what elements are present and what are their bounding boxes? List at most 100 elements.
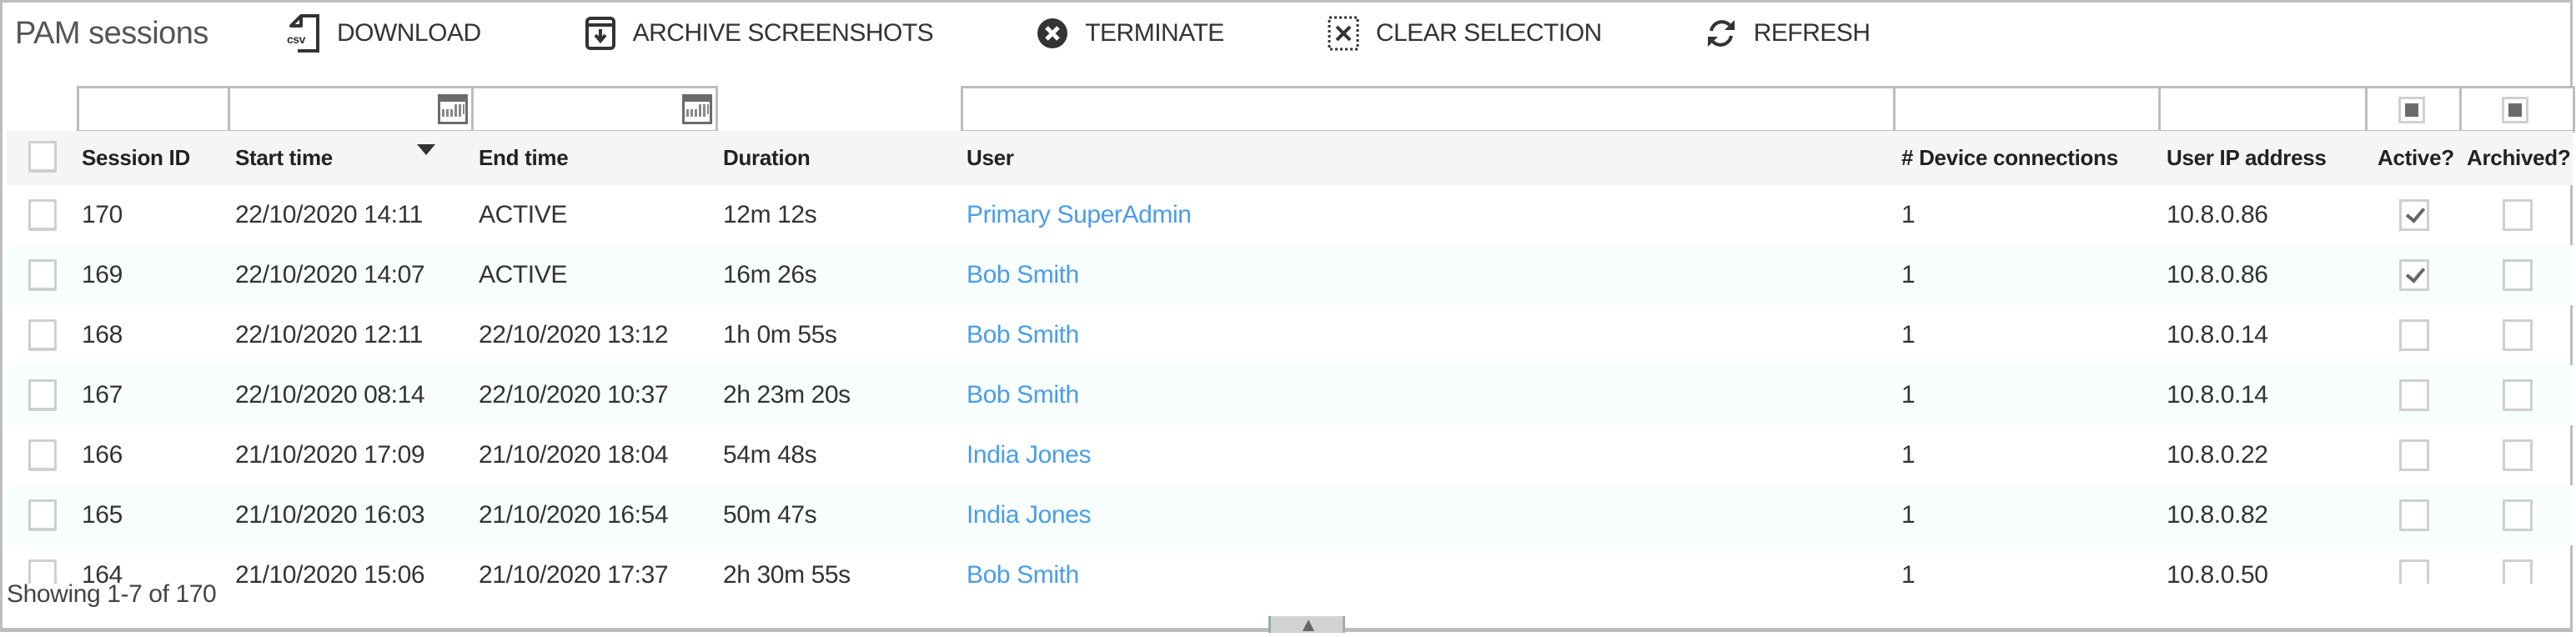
end-time-filter-input[interactable] <box>474 88 716 130</box>
table-row[interactable]: 168 22/10/2020 12:11 22/10/2020 13:12 1h 0m… <box>7 305 2573 365</box>
cell-end-time: 21/10/2020 17:37 <box>479 561 669 584</box>
clear-selection-button[interactable]: CLEAR SELECTION <box>1323 13 1602 54</box>
end-time-filter[interactable] <box>471 86 718 133</box>
cell-user-ip: 10.8.0.14 <box>2167 381 2268 409</box>
table-row[interactable]: 165 21/10/2020 16:03 21/10/2020 16:54 50m 4… <box>7 485 2573 545</box>
cell-session-id: 165 <box>82 501 123 529</box>
user-ip-filter[interactable] <box>2158 86 2368 133</box>
archived-checkbox <box>2503 499 2533 531</box>
active-checkbox <box>2399 199 2429 231</box>
cell-user-ip: 10.8.0.14 <box>2167 321 2268 349</box>
terminate-button[interactable]: TERMINATE <box>1032 13 1224 54</box>
column-header-archived[interactable]: Archived? <box>2467 131 2571 185</box>
cell-end-time: 22/10/2020 10:37 <box>479 381 669 409</box>
column-header-user[interactable]: User <box>967 131 1014 185</box>
cell-user-ip: 10.8.0.86 <box>2167 201 2268 228</box>
table-header: Session ID Start time End time Duration … <box>7 131 2573 185</box>
column-header-duration[interactable]: Duration <box>723 131 811 185</box>
filter-row <box>0 86 2576 133</box>
column-header-start-time[interactable]: Start time <box>235 131 333 185</box>
user-filter[interactable] <box>961 86 1896 133</box>
start-time-filter-input[interactable] <box>230 88 471 130</box>
table-row[interactable]: 167 22/10/2020 08:14 22/10/2020 10:37 2h 23… <box>7 365 2573 425</box>
cell-user-ip: 10.8.0.50 <box>2167 561 2268 584</box>
cell-session-id: 168 <box>82 321 123 349</box>
cell-start-time: 21/10/2020 15:06 <box>235 561 425 584</box>
refresh-icon <box>1700 13 1742 54</box>
row-select-checkbox[interactable] <box>28 199 57 231</box>
download-button[interactable]: csv DOWNLOAD <box>284 13 481 54</box>
user-filter-input[interactable] <box>963 88 1893 130</box>
sort-descending-icon[interactable] <box>417 144 435 155</box>
cell-device-connections: 1 <box>1901 441 1916 469</box>
session-id-filter[interactable] <box>77 86 230 133</box>
terminate-label: TERMINATE <box>1085 19 1224 47</box>
column-header-end-time[interactable]: End time <box>479 131 569 185</box>
cell-start-time: 22/10/2020 12:11 <box>235 321 423 349</box>
csv-file-icon: csv <box>284 13 325 54</box>
cell-duration: 1h 0m 55s <box>723 321 837 349</box>
calendar-icon[interactable] <box>682 94 712 124</box>
cell-end-time: 21/10/2020 16:54 <box>479 501 669 529</box>
calendar-icon[interactable] <box>438 94 468 124</box>
scroll-up-button[interactable] <box>1268 616 1345 633</box>
svg-text:csv: csv <box>287 33 306 46</box>
active-filter-checkbox[interactable] <box>2398 97 2425 123</box>
archive-screenshots-label: ARCHIVE SCREENSHOTS <box>632 19 934 47</box>
table-body: 170 22/10/2020 14:11 ACTIVE 12m 12s Primary … <box>7 185 2573 584</box>
start-time-filter[interactable] <box>228 86 474 133</box>
table-row[interactable]: 166 21/10/2020 17:09 21/10/2020 18:04 54m 4… <box>7 425 2573 485</box>
user-link[interactable]: India Jones <box>967 425 1091 485</box>
device-connections-filter[interactable] <box>1893 86 2161 133</box>
cell-start-time: 21/10/2020 16:03 <box>235 501 425 529</box>
cell-end-time: ACTIVE <box>479 201 567 228</box>
user-link[interactable]: Bob Smith <box>967 305 1079 365</box>
cell-session-id: 169 <box>82 261 123 288</box>
cell-duration: 2h 23m 20s <box>723 381 851 409</box>
pagination-status: Showing 1-7 of 170 <box>7 580 217 608</box>
row-select-checkbox[interactable] <box>28 319 57 351</box>
column-header-device-connections[interactable]: # Device connections <box>1901 131 2118 185</box>
refresh-button[interactable]: REFRESH <box>1700 13 1870 54</box>
table-row[interactable]: 170 22/10/2020 14:11 ACTIVE 12m 12s Primary … <box>7 185 2573 245</box>
cell-device-connections: 1 <box>1901 381 1916 409</box>
row-select-checkbox[interactable] <box>28 379 57 411</box>
active-checkbox <box>2399 259 2429 291</box>
cell-user-ip: 10.8.0.86 <box>2167 261 2268 288</box>
cell-end-time: 22/10/2020 13:12 <box>479 321 669 349</box>
active-checkbox <box>2399 439 2429 471</box>
cell-session-id: 170 <box>82 201 123 228</box>
row-select-checkbox[interactable] <box>28 499 57 531</box>
clear-selection-icon <box>1323 13 1364 54</box>
row-select-checkbox[interactable] <box>28 259 57 291</box>
column-header-session-id[interactable]: Session ID <box>82 131 190 185</box>
cell-user-ip: 10.8.0.22 <box>2167 441 2268 469</box>
session-id-filter-input[interactable] <box>79 88 228 130</box>
select-all-checkbox[interactable] <box>28 141 57 173</box>
user-link[interactable]: Bob Smith <box>967 245 1079 305</box>
cell-device-connections: 1 <box>1901 261 1916 288</box>
close-circle-icon <box>1032 13 1073 54</box>
archive-screenshots-button[interactable]: ARCHIVE SCREENSHOTS <box>580 13 934 54</box>
active-filter <box>2365 86 2462 133</box>
cell-duration: 12m 12s <box>723 201 817 228</box>
archived-filter-checkbox[interactable] <box>2502 97 2528 123</box>
user-ip-filter-input[interactable] <box>2161 88 2365 130</box>
clear-selection-label: CLEAR SELECTION <box>1375 19 1602 47</box>
column-header-active[interactable]: Active? <box>2378 131 2454 185</box>
cell-session-id: 167 <box>82 381 123 409</box>
device-connections-filter-input[interactable] <box>1896 88 2158 130</box>
cell-end-time: ACTIVE <box>479 261 567 288</box>
user-link[interactable]: Primary SuperAdmin <box>967 185 1192 245</box>
column-header-user-ip[interactable]: User IP address <box>2167 131 2327 185</box>
cell-duration: 16m 26s <box>723 261 817 288</box>
user-link[interactable]: India Jones <box>967 485 1091 545</box>
user-link[interactable]: Bob Smith <box>967 365 1079 425</box>
table-row[interactable]: 169 22/10/2020 14:07 ACTIVE 16m 26s Bob Smit… <box>7 245 2573 305</box>
toolbar: PAM sessions csv DOWNLOAD ARCHIVE SCREEN… <box>15 8 1969 58</box>
user-link[interactable]: Bob Smith <box>967 545 1079 584</box>
table-row[interactable]: 164 21/10/2020 15:06 21/10/2020 17:37 2h 30… <box>7 545 2573 584</box>
row-select-checkbox[interactable] <box>28 439 57 471</box>
cell-duration: 2h 30m 55s <box>723 561 851 584</box>
archived-checkbox <box>2503 379 2533 411</box>
